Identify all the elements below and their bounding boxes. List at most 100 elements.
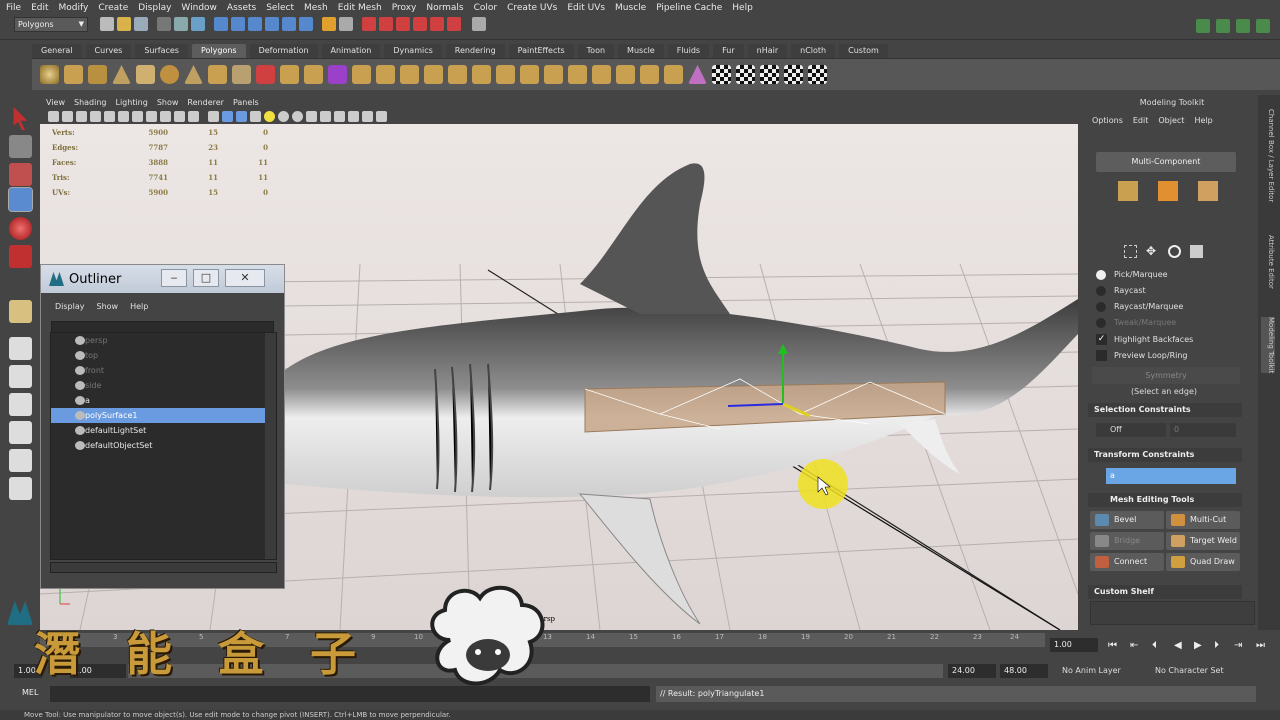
safe-action-icon[interactable] bbox=[174, 111, 185, 122]
film-gate-icon[interactable] bbox=[118, 111, 129, 122]
poly-cone-icon[interactable] bbox=[112, 65, 131, 84]
outliner-menu-help[interactable]: Help bbox=[130, 302, 148, 311]
face-mode-icon[interactable] bbox=[1198, 181, 1218, 201]
play-backwards-icon[interactable]: ◀ bbox=[1174, 640, 1182, 651]
scale-icon[interactable] bbox=[1190, 245, 1203, 258]
outliner-titlebar[interactable]: Outliner ‒ □ ✕ bbox=[41, 265, 284, 293]
new-scene-icon[interactable] bbox=[100, 17, 114, 31]
symmetry-button[interactable]: Symmetry bbox=[1092, 367, 1240, 384]
preview-loop-checkbox[interactable] bbox=[1096, 350, 1107, 361]
hypershade-icon[interactable] bbox=[430, 17, 444, 31]
menu-pipeline-cache[interactable]: Pipeline Cache bbox=[656, 3, 722, 13]
shelf-tab-muscle[interactable]: Muscle bbox=[618, 44, 664, 58]
outliner-item-top[interactable]: top bbox=[51, 348, 276, 363]
snap-grid-icon[interactable] bbox=[214, 17, 228, 31]
shark-pectoral-fin[interactable] bbox=[578, 493, 701, 625]
gate-mask-icon[interactable] bbox=[146, 111, 157, 122]
uv-cylindrical-icon[interactable] bbox=[736, 65, 755, 84]
vertex-mode-icon[interactable] bbox=[1118, 181, 1138, 201]
vp-menu-renderer[interactable]: Renderer bbox=[187, 98, 224, 107]
save-scene-icon[interactable] bbox=[134, 17, 148, 31]
step-forward-key-icon[interactable]: ⇥ bbox=[1234, 640, 1242, 651]
separate-icon[interactable] bbox=[280, 65, 299, 84]
tool-settings-toggle-icon[interactable] bbox=[1236, 19, 1250, 33]
transform-constraint-field[interactable]: a bbox=[1106, 468, 1236, 484]
extrude-icon[interactable] bbox=[352, 65, 371, 84]
shelf-tab-custom[interactable]: Custom bbox=[839, 44, 888, 58]
select-object-icon[interactable] bbox=[174, 17, 188, 31]
constraint-value-field[interactable]: 0 bbox=[1170, 423, 1236, 437]
playback-end-field[interactable]: 24.00 bbox=[948, 664, 996, 678]
outliner-item-persp[interactable]: persp bbox=[51, 333, 276, 348]
marquee-select-icon[interactable] bbox=[1124, 245, 1137, 258]
safe-title-icon[interactable] bbox=[188, 111, 199, 122]
pick-marquee-radio[interactable] bbox=[1096, 270, 1106, 280]
wireframe-icon[interactable] bbox=[208, 111, 219, 122]
append-polygon-icon[interactable] bbox=[400, 65, 419, 84]
close-icon[interactable]: ✕ bbox=[225, 269, 265, 287]
shelf-tab-polygons[interactable]: Polygons bbox=[191, 44, 246, 58]
outliner-horizontal-scrollbar[interactable] bbox=[50, 562, 277, 573]
grid-toggle-icon[interactable] bbox=[104, 111, 115, 122]
poly-torus-icon[interactable] bbox=[160, 65, 179, 84]
menu-color[interactable]: Color bbox=[474, 3, 498, 13]
shelf-tab-rendering[interactable]: Rendering bbox=[445, 44, 505, 58]
shelf-tab-animation[interactable]: Animation bbox=[321, 44, 381, 58]
menu-file[interactable]: File bbox=[6, 3, 21, 13]
vp-menu-view[interactable]: View bbox=[46, 98, 65, 107]
shark-pelvic-fin[interactable] bbox=[900, 419, 960, 474]
transform-constraints-header[interactable]: Transform Constraints bbox=[1088, 448, 1242, 462]
shelf-tab-deformation[interactable]: Deformation bbox=[249, 44, 318, 58]
selection-constraints-header[interactable]: Selection Constraints bbox=[1088, 403, 1242, 417]
shark-dorsal-fin[interactable] bbox=[580, 163, 730, 314]
shelf-tab-painteffects[interactable]: PaintEffects bbox=[508, 44, 574, 58]
shadows-icon[interactable] bbox=[278, 111, 289, 122]
menu-edit-uvs[interactable]: Edit UVs bbox=[567, 3, 605, 13]
boolean-icon[interactable] bbox=[304, 65, 323, 84]
shelf-tab-fluids[interactable]: Fluids bbox=[667, 44, 710, 58]
anim-layer-dropdown[interactable]: No Anim Layer bbox=[1062, 666, 1121, 675]
move-tool-icon[interactable] bbox=[8, 187, 33, 212]
move-icon[interactable]: ✥ bbox=[1146, 245, 1159, 258]
menu-modify[interactable]: Modify bbox=[59, 3, 89, 13]
go-to-end-icon[interactable]: ⏭ bbox=[1256, 640, 1265, 651]
outliner-window[interactable]: Outliner ‒ □ ✕ Display Show Help persp t… bbox=[40, 264, 285, 589]
ambient-occlusion-icon[interactable] bbox=[292, 111, 303, 122]
fill-hole-icon[interactable] bbox=[616, 65, 635, 84]
command-input[interactable] bbox=[50, 686, 650, 702]
character-set-dropdown[interactable]: No Character Set bbox=[1155, 666, 1224, 675]
lasso-tool-icon[interactable] bbox=[9, 135, 32, 158]
sculpt-icon[interactable] bbox=[472, 17, 486, 31]
render-icon[interactable] bbox=[379, 17, 393, 31]
insert-edge-loop-icon[interactable] bbox=[448, 65, 467, 84]
resolution-gate-icon[interactable] bbox=[132, 111, 143, 122]
smooth-shade-icon[interactable] bbox=[222, 111, 233, 122]
lights-icon[interactable] bbox=[264, 111, 275, 122]
menu-proxy[interactable]: Proxy bbox=[392, 3, 417, 13]
snap-plane-icon[interactable] bbox=[265, 17, 279, 31]
render-globals-icon[interactable] bbox=[447, 17, 461, 31]
menu-window[interactable]: Window bbox=[181, 3, 217, 13]
layout-graph-editor-icon[interactable] bbox=[9, 477, 32, 500]
shelf-tab-curves[interactable]: Curves bbox=[85, 44, 132, 58]
construction-history-icon[interactable] bbox=[339, 17, 353, 31]
wireframe-on-shaded-icon[interactable] bbox=[236, 111, 247, 122]
quadrangulate-icon[interactable] bbox=[592, 65, 611, 84]
edge-mode-icon[interactable] bbox=[1158, 181, 1178, 201]
menu-display[interactable]: Display bbox=[138, 3, 171, 13]
isolate-select-icon[interactable] bbox=[348, 111, 359, 122]
rotate-tool-icon[interactable] bbox=[9, 217, 32, 240]
shelf-tab-toon[interactable]: Toon bbox=[577, 44, 615, 58]
channel-box-toggle-icon[interactable] bbox=[1256, 19, 1270, 33]
menu-edit-mesh[interactable]: Edit Mesh bbox=[338, 3, 382, 13]
last-tool-icon[interactable] bbox=[9, 300, 32, 323]
merge-icon[interactable] bbox=[520, 65, 539, 84]
highlight-backfaces-checkbox[interactable]: ✓ bbox=[1096, 334, 1107, 345]
poly-sphere-icon[interactable] bbox=[40, 65, 59, 84]
outliner-item-side[interactable]: side bbox=[51, 378, 276, 393]
vp-menu-show[interactable]: Show bbox=[157, 98, 179, 107]
split-polygon-icon[interactable] bbox=[424, 65, 443, 84]
select-hierarchy-icon[interactable] bbox=[157, 17, 171, 31]
uv-automatic-icon[interactable] bbox=[784, 65, 803, 84]
layout-persp-outliner-icon[interactable] bbox=[9, 393, 32, 416]
